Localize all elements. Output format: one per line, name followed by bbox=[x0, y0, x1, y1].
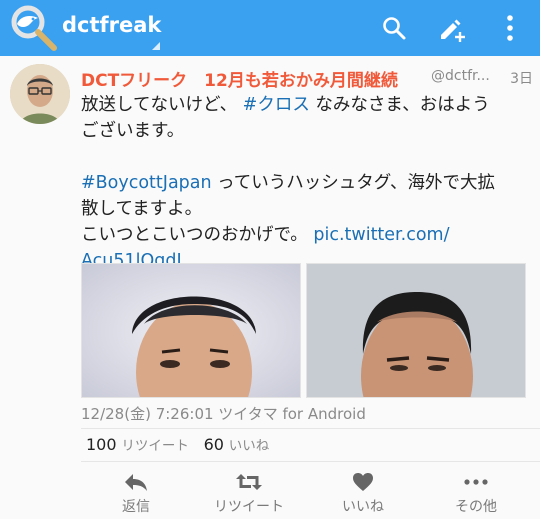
tweet-text: 放送してないけど、 #クロス なみなさま、おはよう ございます。 #Boycot… bbox=[81, 92, 533, 274]
account-switch-caret-icon[interactable] bbox=[152, 42, 160, 50]
more-label: その他 bbox=[455, 499, 497, 515]
tweet-timestamp: 12/28(金) 7:26:01 ツイタマ for Android bbox=[81, 405, 366, 423]
text-line: 放送してないけど、 #クロス なみなさま、おはよう bbox=[81, 92, 533, 118]
tweet-stats: 100 リツイート 60 いいね bbox=[86, 434, 279, 454]
tweet-card[interactable]: DCTフリーク 12月も若おかみ月間継続 @dctfr... 3日 放送してない… bbox=[0, 56, 540, 519]
text-line: ございます。 bbox=[81, 118, 533, 144]
divider bbox=[81, 428, 540, 429]
like-label: いいね bbox=[342, 499, 384, 515]
more-vert-icon[interactable] bbox=[494, 12, 526, 44]
compose-icon[interactable] bbox=[436, 12, 468, 44]
bird-logo-icon[interactable] bbox=[8, 4, 58, 52]
user-handle[interactable]: @dctfr... bbox=[431, 68, 490, 84]
display-name[interactable]: DCTフリーク 12月も若おかみ月間継続 bbox=[81, 71, 398, 90]
retweet-button[interactable]: リツイート bbox=[194, 466, 304, 519]
retweet-count-label[interactable]: リツイート bbox=[121, 438, 189, 454]
more-horiz-icon bbox=[464, 479, 488, 485]
retweet-icon bbox=[236, 474, 262, 490]
reply-button[interactable]: 返信 bbox=[81, 466, 191, 519]
avatar[interactable] bbox=[10, 64, 70, 124]
text-segment: 散してますよ。 bbox=[81, 199, 203, 219]
divider bbox=[81, 461, 540, 462]
account-name[interactable]: dctfreak bbox=[62, 13, 161, 37]
text-segment: 放送してないけど、 bbox=[81, 95, 243, 115]
like-button[interactable]: いいね bbox=[308, 466, 418, 519]
like-count[interactable]: 60 bbox=[204, 435, 224, 454]
tweet-actions: 返信 リツイート いいね その他 bbox=[81, 466, 540, 519]
text-segment: っていうハッシュタグ、海外で大拡 bbox=[211, 173, 496, 193]
text-line: 散してますよ。 bbox=[81, 196, 533, 222]
search-icon[interactable] bbox=[378, 12, 410, 44]
hashtag-link[interactable]: #クロス bbox=[243, 95, 310, 115]
like-count-label[interactable]: いいね bbox=[229, 438, 270, 454]
reply-icon bbox=[125, 474, 147, 491]
text-segment: こいつとこいつのおかげで。 bbox=[81, 225, 314, 245]
text-segment: ございます。 bbox=[81, 121, 185, 141]
text-line: こいつとこいつのおかげで。 pic.twitter.com/ bbox=[81, 222, 533, 248]
tweet-header: DCTフリーク 12月も若おかみ月間継続 @dctfr... 3日 bbox=[81, 66, 533, 90]
attached-photo-2[interactable] bbox=[306, 263, 526, 398]
text-line: #BoycottJapan っていうハッシュタグ、海外で大拡 bbox=[81, 170, 533, 196]
attached-photo-1[interactable] bbox=[81, 263, 301, 398]
reply-label: 返信 bbox=[122, 499, 150, 515]
retweet-label: リツイート bbox=[214, 499, 284, 515]
hashtag-link[interactable]: #BoycottJapan bbox=[81, 173, 212, 193]
heart-icon bbox=[353, 473, 373, 491]
retweet-count[interactable]: 100 bbox=[86, 435, 117, 454]
app-bar: dctfreak bbox=[0, 0, 540, 56]
text-segment: なみなさま、おはよう bbox=[309, 95, 490, 115]
media-link[interactable]: pic.twitter.com/ bbox=[313, 225, 449, 245]
more-button[interactable]: その他 bbox=[421, 466, 531, 519]
tweet-time: 3日 bbox=[510, 71, 533, 87]
